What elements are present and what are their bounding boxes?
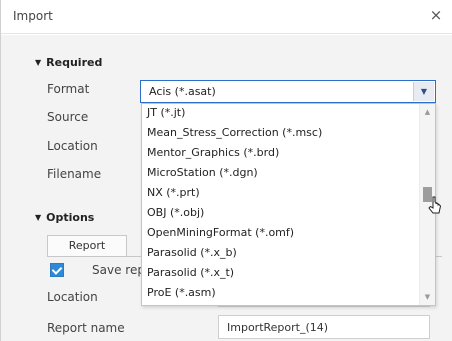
save-report-label: Save rep [92,263,145,277]
report-name-field[interactable]: ImportReport_(14) [218,315,430,339]
format-option-obj[interactable]: OBJ (*.obj) [147,204,204,222]
save-report-checkbox[interactable] [50,263,64,277]
chevron-down-icon[interactable]: ▼ [413,82,434,101]
tab-report[interactable]: Report [47,235,127,257]
format-option-nx[interactable]: NX (*.prt) [147,184,200,202]
triangle-down-icon: ▼ [35,58,42,67]
options-header-label: Options [46,211,95,224]
import-dialog: Import × ▼ Required Format Source Locatio… [0,0,452,341]
filename-label: Filename [47,167,102,181]
format-dropdown-list[interactable]: JT (*.jt) Mean_Stress_Correction (*.msc)… [141,103,436,306]
triangle-down-icon: ▼ [35,213,42,222]
scroll-down-icon[interactable]: ▼ [420,291,435,303]
format-option-microstation[interactable]: MicroStation (*.dgn) [147,164,258,182]
location-label: Location [47,139,98,153]
options-section-header[interactable]: ▼ Options [35,211,94,224]
scroll-up-icon[interactable]: ▲ [420,106,435,118]
title-bar: Import × [1,0,452,34]
required-section-header[interactable]: ▼ Required [35,56,102,69]
format-option-proe[interactable]: ProE (*.asm) [147,284,216,302]
format-select-value: Acis (*.asat) [149,85,216,98]
report-name-value: ImportReport_(14) [227,321,329,334]
report-location-label: Location [47,290,98,304]
report-name-label: Report name [47,321,125,335]
required-header-label: Required [46,56,103,69]
format-option-mentor-graphics[interactable]: Mentor_Graphics (*.brd) [147,144,279,162]
checkmark-icon [51,264,63,275]
source-label: Source [47,110,89,124]
mouse-pointer-icon [428,196,442,214]
format-option-parasolid-xb[interactable]: Parasolid (*.x_b) [147,244,237,262]
format-option-openminingformat[interactable]: OpenMiningFormat (*.omf) [147,224,294,242]
format-option-parasolid-xt[interactable]: Parasolid (*.x_t) [147,264,234,282]
format-option-jt[interactable]: JT (*.jt) [147,104,185,122]
format-label: Format [47,82,90,96]
format-option-mean-stress-correction[interactable]: Mean_Stress_Correction (*.msc) [147,124,322,142]
dialog-title: Import [13,9,53,23]
close-icon[interactable]: × [425,4,447,26]
format-select[interactable]: Acis (*.asat) ▼ [140,80,436,103]
